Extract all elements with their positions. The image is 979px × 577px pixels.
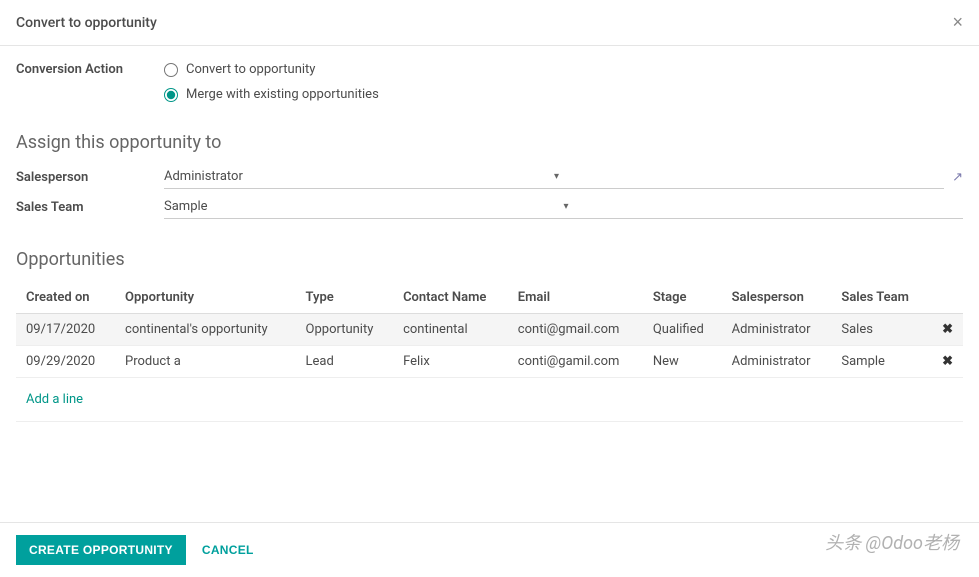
convert-opportunity-modal: Convert to opportunity × Conversion Acti… [0,0,979,577]
salesperson-row: Salesperson Administrator ▾ ↗ [16,165,963,189]
cell-email: conti@gmail.com [508,314,643,346]
chevron-down-icon[interactable]: ▾ [560,201,964,212]
table-row[interactable]: 09/17/2020 continental's opportunity Opp… [16,314,963,346]
radio-convert-input[interactable] [164,63,178,77]
th-delete [929,282,963,314]
opportunities-section-title: Opportunities [16,249,963,270]
salesperson-value: Administrator [164,169,550,184]
cell-type: Lead [296,346,394,378]
cell-stage: New [643,346,722,378]
cell-salesperson: Administrator [722,346,832,378]
close-icon[interactable]: × [952,12,963,33]
delete-row-icon[interactable]: ✖ [942,322,953,337]
radio-merge-input[interactable] [164,88,178,102]
modal-body: Conversion Action Convert to opportunity… [0,46,979,522]
th-salesperson[interactable]: Salesperson [722,282,832,314]
conversion-action-row-2: Merge with existing opportunities [16,87,963,102]
watermark: 头条 @Odoo老杨 [825,529,959,555]
radio-convert-label: Convert to opportunity [186,62,315,77]
cell-email: conti@gamil.com [508,346,643,378]
cell-created-on: 09/29/2020 [16,346,115,378]
sales-team-label: Sales Team [16,200,164,215]
delete-row-icon[interactable]: ✖ [942,354,953,369]
add-line-row: Add a line [16,378,963,422]
modal-title: Convert to opportunity [16,15,157,31]
salesperson-label: Salesperson [16,170,164,185]
radio-merge-label: Merge with existing opportunities [186,87,379,102]
chevron-down-icon[interactable]: ▾ [550,171,944,182]
cancel-button[interactable]: CANCEL [202,543,254,557]
table-header-row: Created on Opportunity Type Contact Name… [16,282,963,314]
modal-header: Convert to opportunity × [0,0,979,46]
salesperson-field[interactable]: Administrator ▾ [164,165,944,189]
table-row[interactable]: 09/29/2020 Product a Lead Felix conti@ga… [16,346,963,378]
cell-opportunity: continental's opportunity [115,314,296,346]
sales-team-field[interactable]: Sample ▾ [164,195,963,219]
cell-created-on: 09/17/2020 [16,314,115,346]
th-contact-name[interactable]: Contact Name [393,282,508,314]
cell-salesperson: Administrator [722,314,832,346]
cell-stage: Qualified [643,314,722,346]
add-line-link[interactable]: Add a line [26,386,93,413]
th-created-on[interactable]: Created on [16,282,115,314]
th-email[interactable]: Email [508,282,643,314]
th-stage[interactable]: Stage [643,282,722,314]
cell-contact-name: continental [393,314,508,346]
create-opportunity-button[interactable]: CREATE OPPORTUNITY [16,535,186,565]
external-link-icon[interactable]: ↗ [952,170,963,185]
cell-sales-team: Sample [831,346,928,378]
radio-convert[interactable]: Convert to opportunity [164,62,315,77]
th-opportunity[interactable]: Opportunity [115,282,296,314]
cell-opportunity: Product a [115,346,296,378]
opportunities-table: Created on Opportunity Type Contact Name… [16,282,963,422]
conversion-action-row: Conversion Action Convert to opportunity [16,62,963,77]
assign-section-title: Assign this opportunity to [16,132,963,153]
cell-type: Opportunity [296,314,394,346]
cell-sales-team: Sales [831,314,928,346]
radio-merge[interactable]: Merge with existing opportunities [164,87,379,102]
cell-contact-name: Felix [393,346,508,378]
th-sales-team[interactable]: Sales Team [831,282,928,314]
th-type[interactable]: Type [296,282,394,314]
sales-team-row: Sales Team Sample ▾ [16,195,963,219]
sales-team-value: Sample [164,199,560,214]
conversion-action-label: Conversion Action [16,62,164,77]
